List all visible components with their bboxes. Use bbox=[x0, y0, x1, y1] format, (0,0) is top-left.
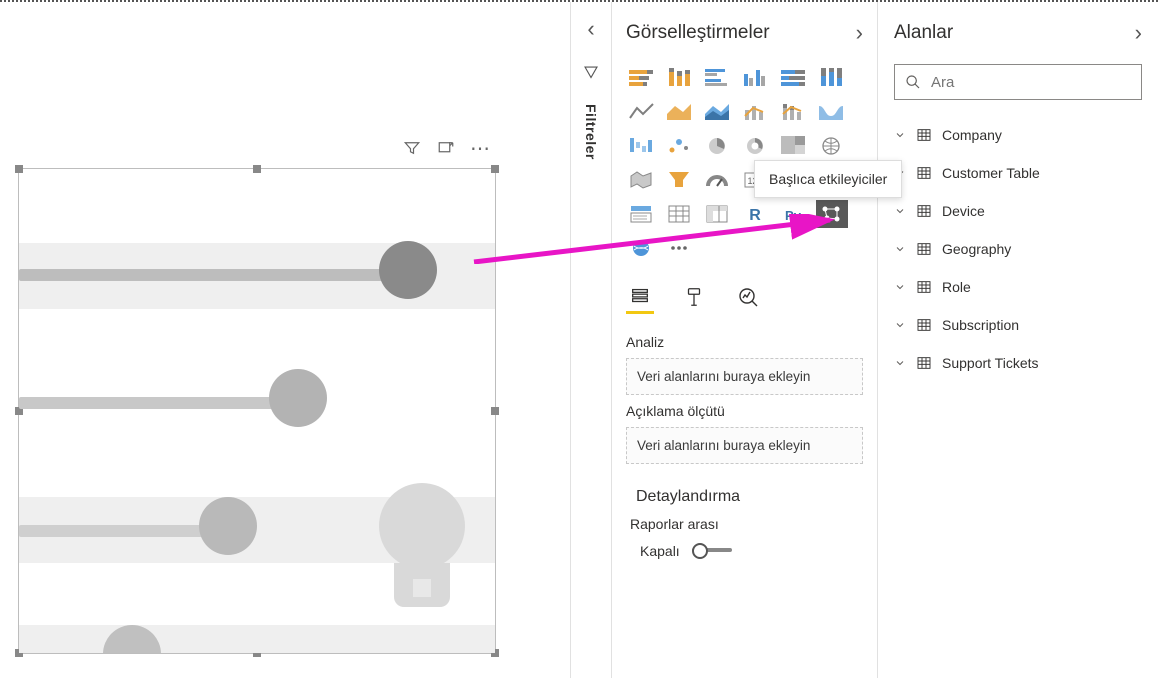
filters-label: Filtreler bbox=[583, 104, 599, 160]
chevron-down-icon bbox=[894, 243, 906, 255]
table-name: Customer Table bbox=[942, 165, 1040, 181]
focus-mode-icon[interactable] bbox=[436, 138, 456, 158]
more-visuals-icon[interactable] bbox=[664, 234, 696, 262]
table-name: Subscription bbox=[942, 317, 1019, 333]
table-name: Geography bbox=[942, 241, 1011, 257]
key-influencers-tooltip: Başlıca etkileyiciler bbox=[754, 160, 902, 198]
format-tabs bbox=[626, 280, 863, 314]
table-item[interactable]: Geography bbox=[894, 230, 1142, 268]
search-icon bbox=[905, 74, 921, 90]
fields-table-list: Company Customer Table Device Geography Role… bbox=[894, 116, 1142, 382]
cross-report-toggle[interactable] bbox=[692, 542, 732, 560]
filters-pane-collapsed[interactable]: Filtreler bbox=[570, 2, 612, 678]
clustered-column-icon[interactable] bbox=[740, 64, 772, 92]
stacked-bar-icon[interactable] bbox=[626, 64, 658, 92]
filters-icon bbox=[582, 64, 600, 82]
stacked-column-icon[interactable] bbox=[664, 64, 696, 92]
table-icon bbox=[916, 127, 932, 143]
stacked-area-icon[interactable] bbox=[702, 98, 734, 126]
report-canvas[interactable] bbox=[0, 2, 570, 678]
ribbon-icon[interactable] bbox=[816, 98, 848, 126]
table-name: Role bbox=[942, 279, 971, 295]
table-icon bbox=[916, 355, 932, 371]
table-item[interactable]: Device bbox=[894, 192, 1142, 230]
collapse-fields-icon[interactable] bbox=[1135, 20, 1142, 46]
table-item[interactable]: Subscription bbox=[894, 306, 1142, 344]
fields-search-input[interactable] bbox=[931, 74, 1131, 91]
visual-header-toolbar bbox=[402, 138, 490, 158]
chevron-down-icon bbox=[894, 281, 906, 293]
donut-icon[interactable] bbox=[740, 132, 772, 160]
visualizations-pane: Görselleştirmeler 123RPy Başlıca etkiley… bbox=[612, 2, 878, 678]
drillthrough-title: Detaylandırma bbox=[636, 488, 863, 506]
key-influencers-icon[interactable] bbox=[816, 200, 848, 228]
line-icon[interactable] bbox=[626, 98, 658, 126]
r-visual-icon[interactable]: R bbox=[740, 200, 772, 228]
stacked-column-100-icon[interactable] bbox=[816, 64, 848, 92]
collapse-visualizations-icon[interactable] bbox=[856, 20, 863, 46]
explain-by-well-label: Açıklama ölçütü bbox=[626, 403, 863, 419]
table-item[interactable]: Support Tickets bbox=[894, 344, 1142, 382]
table-item[interactable]: Customer Table bbox=[894, 154, 1142, 192]
key-influencers-placeholder-art bbox=[19, 169, 495, 653]
analyze-well-label: Analiz bbox=[626, 334, 863, 350]
lightbulb-icon bbox=[377, 483, 467, 623]
toggle-state-label: Kapalı bbox=[640, 543, 680, 559]
visualizations-title: Görselleştirmeler bbox=[626, 22, 770, 44]
table-item[interactable]: Role bbox=[894, 268, 1142, 306]
waterfall-icon[interactable] bbox=[626, 132, 658, 160]
table-icon bbox=[916, 165, 932, 181]
table-name: Support Tickets bbox=[942, 355, 1039, 371]
more-options-icon[interactable] bbox=[470, 138, 490, 158]
slicer-icon[interactable] bbox=[626, 200, 658, 228]
treemap-icon[interactable] bbox=[778, 132, 810, 160]
table-item[interactable]: Company bbox=[894, 116, 1142, 154]
map-icon[interactable] bbox=[816, 132, 848, 160]
analytics-tab-icon[interactable] bbox=[734, 280, 762, 314]
line-clustered-icon[interactable] bbox=[740, 98, 772, 126]
funnel-icon[interactable] bbox=[664, 166, 696, 194]
filled-map-icon[interactable] bbox=[626, 166, 658, 194]
fields-pane: Alanlar Company Customer Table Device Geogr… bbox=[878, 2, 1158, 678]
scatter-icon[interactable] bbox=[664, 132, 696, 160]
table-icon bbox=[916, 241, 932, 257]
chevron-down-icon bbox=[894, 129, 906, 141]
table-icon bbox=[916, 317, 932, 333]
expand-filters-icon[interactable] bbox=[587, 16, 594, 42]
key-influencers-visual-placeholder[interactable] bbox=[18, 168, 496, 654]
format-tab-icon[interactable] bbox=[680, 280, 708, 314]
explain-by-well-dropzone[interactable]: Veri alanlarını buraya ekleyin bbox=[626, 427, 863, 464]
filter-icon[interactable] bbox=[402, 138, 422, 158]
area-icon[interactable] bbox=[664, 98, 696, 126]
table-icon bbox=[916, 279, 932, 295]
clustered-bar-icon[interactable] bbox=[702, 64, 734, 92]
chevron-down-icon bbox=[894, 205, 906, 217]
analyze-well-dropzone[interactable]: Veri alanlarını buraya ekleyin bbox=[626, 358, 863, 395]
table-name: Company bbox=[942, 127, 1002, 143]
svg-text:R: R bbox=[749, 207, 761, 224]
line-stacked-icon[interactable] bbox=[778, 98, 810, 126]
table-icon[interactable] bbox=[664, 200, 696, 228]
fields-tab-icon[interactable] bbox=[626, 280, 654, 314]
svg-text:Py: Py bbox=[785, 208, 802, 223]
table-name: Device bbox=[942, 203, 985, 219]
table-icon bbox=[916, 203, 932, 219]
gauge-icon[interactable] bbox=[702, 166, 734, 194]
chevron-down-icon bbox=[894, 319, 906, 331]
stacked-bar-100-icon[interactable] bbox=[778, 64, 810, 92]
fields-search[interactable] bbox=[894, 64, 1142, 100]
fields-title: Alanlar bbox=[894, 22, 953, 44]
chevron-down-icon bbox=[894, 357, 906, 369]
pie-icon[interactable] bbox=[702, 132, 734, 160]
matrix-icon[interactable] bbox=[702, 200, 734, 228]
python-visual-icon[interactable]: Py bbox=[778, 200, 810, 228]
cross-report-label: Raporlar arası bbox=[630, 516, 863, 532]
arcgis-icon[interactable] bbox=[626, 234, 658, 262]
